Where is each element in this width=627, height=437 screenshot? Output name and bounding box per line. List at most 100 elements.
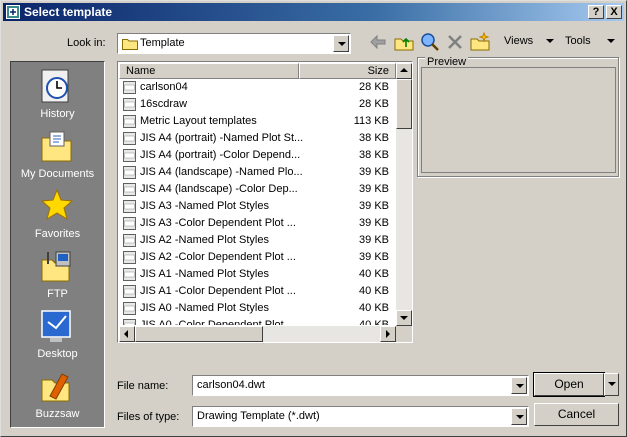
place-label: Desktop [37,348,78,360]
file-name: JIS A4 (landscape) -Named Plo... [140,166,303,178]
file-type-combo[interactable]: Drawing Template (*.dwt) [192,406,529,427]
look-in-value: Template [140,37,185,49]
file-row[interactable]: JIS A3 -Color Dependent Plot ... 39 KB [119,215,395,232]
file-size: 28 KB [359,98,389,110]
file-name: JIS A0 -Named Plot Styles [140,302,269,314]
open-label: Open [554,377,584,391]
place-favorites[interactable]: Favorites [11,184,104,244]
file-name: JIS A4 (landscape) -Color Dep... [140,183,298,195]
file-name-value: carlson04.dwt [197,379,265,391]
look-in-combo[interactable]: Template [117,33,351,54]
file-name: JIS A0 -Color Dependent Plot ... [140,319,296,325]
scroll-up-button[interactable] [396,63,412,79]
scroll-right-button[interactable] [380,326,396,342]
file-type-dropdown-arrow[interactable] [511,408,527,425]
scroll-corner [396,326,412,342]
file-size: 28 KB [359,81,389,93]
column-header-size[interactable]: Size [299,63,396,79]
file-row[interactable]: JIS A4 (landscape) -Color Dep... 39 KB [119,181,395,198]
look-in-label: Look in: [67,37,106,49]
open-button[interactable]: Open [533,372,605,397]
file-row[interactable]: carlson04 28 KB [119,79,395,96]
file-name: JIS A1 -Named Plot Styles [140,268,269,280]
file-row[interactable]: JIS A4 (portrait) -Named Plot St... 38 KB [119,130,395,147]
file-name-label: File name: [117,380,169,392]
scroll-down-button[interactable] [396,310,412,326]
vertical-scroll-thumb[interactable] [396,79,412,129]
dwt-file-icon [123,234,136,247]
my-documents-icon [41,131,72,162]
file-row[interactable]: JIS A2 -Named Plot Styles 39 KB [119,232,395,249]
file-name: JIS A1 -Color Dependent Plot ... [140,285,296,297]
file-row[interactable]: JIS A4 (landscape) -Named Plo... 39 KB [119,164,395,181]
file-name-field[interactable]: carlson04.dwt [192,375,529,396]
dwt-file-icon [123,183,136,196]
open-options-button[interactable] [604,373,619,396]
app-icon [6,5,20,19]
scroll-left-button[interactable] [119,326,135,342]
file-size: 113 KB [353,115,389,127]
file-size: 39 KB [359,166,389,178]
title-bar[interactable]: Select template ? X [3,3,624,21]
file-name: JIS A2 -Color Dependent Plot ... [140,251,296,263]
up-folder-icon[interactable] [393,31,415,53]
place-history[interactable]: History [11,64,104,124]
file-row[interactable]: 16scdraw 28 KB [119,96,395,113]
dwt-file-icon [123,166,136,179]
help-button[interactable]: ? [588,5,604,19]
file-row[interactable]: JIS A2 -Color Dependent Plot ... 39 KB [119,249,395,266]
file-row[interactable]: Metric Layout templates 113 KB [119,113,395,130]
file-rows: carlson04 28 KB 16scdraw 28 KB Metric Layout… [119,79,395,325]
views-menu[interactable]: Views [504,35,533,48]
file-name: JIS A3 -Color Dependent Plot ... [140,217,296,229]
back-arrow-icon[interactable] [367,31,389,53]
new-folder-icon[interactable] [469,31,491,53]
dwt-file-icon [123,285,136,298]
place-ftp[interactable]: FTP [11,244,104,304]
file-size: 39 KB [359,200,389,212]
file-size: 39 KB [359,183,389,195]
file-name-dropdown-arrow[interactable] [511,377,527,394]
file-row[interactable]: JIS A0 -Color Dependent Plot ... 40 KB [119,317,395,325]
horizontal-scrollbar[interactable] [119,326,396,342]
dwt-file-icon [123,217,136,230]
column-header-name[interactable]: Name [119,63,299,79]
preview-pane [421,67,616,173]
file-name: JIS A4 (portrait) -Named Plot St... [140,132,304,144]
file-name: JIS A2 -Named Plot Styles [140,234,269,246]
file-row[interactable]: JIS A1 -Named Plot Styles 40 KB [119,266,395,283]
views-label: Views [504,35,534,47]
favorites-icon [40,188,74,221]
dwt-file-icon [123,98,136,111]
place-buzzsaw[interactable]: Buzzsaw [11,364,104,424]
history-icon [41,69,69,103]
dwt-file-icon [123,319,136,325]
desktop-icon [41,310,71,342]
search-web-icon[interactable] [419,31,441,53]
tools-dropdown-icon[interactable] [607,39,615,43]
close-button[interactable]: X [606,5,622,19]
file-list[interactable]: Name Size carlson04 28 KB 16scdraw 28 KB Met… [117,61,413,343]
dwt-file-icon [123,200,136,213]
horizontal-scroll-thumb[interactable] [135,326,263,342]
dwt-file-icon [123,251,136,264]
file-row[interactable]: JIS A1 -Color Dependent Plot ... 40 KB [119,283,395,300]
select-template-dialog: Select template ? X Look in: Template Vi… [0,0,627,437]
place-my-documents[interactable]: My Documents [11,124,104,184]
tools-menu[interactable]: Tools [565,35,591,48]
delete-icon[interactable] [444,31,466,53]
file-row[interactable]: JIS A0 -Named Plot Styles 40 KB [119,300,395,317]
vertical-scrollbar[interactable] [396,63,412,326]
views-dropdown-icon[interactable] [546,39,554,43]
dwt-file-icon [123,81,136,94]
cancel-button[interactable]: Cancel [534,403,619,426]
dwt-file-icon [123,268,136,281]
dialog-title: Select template [24,5,113,19]
file-row[interactable]: JIS A4 (portrait) -Color Depend... 38 KB [119,147,395,164]
cancel-label: Cancel [557,407,596,421]
place-desktop[interactable]: Desktop [11,304,104,364]
file-row[interactable]: JIS A3 -Named Plot Styles 39 KB [119,198,395,215]
look-in-dropdown-arrow[interactable] [333,35,349,52]
file-size: 38 KB [359,132,389,144]
file-size: 39 KB [359,234,389,246]
